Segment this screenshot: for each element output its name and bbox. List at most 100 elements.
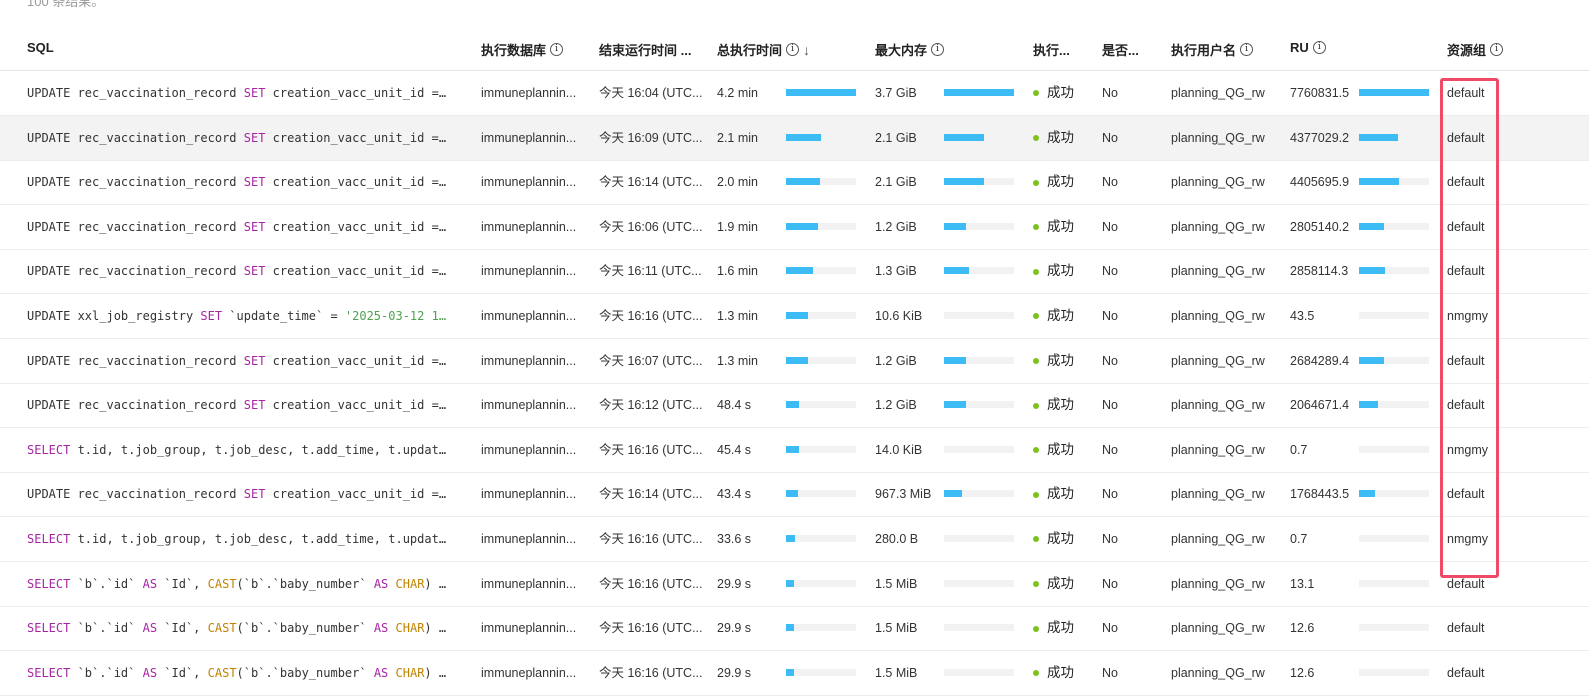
sql-text[interactable]: UPDATE rec_vaccination_record SET creati… <box>27 249 462 293</box>
sql-text[interactable]: UPDATE xxl_job_registry SET `update_time… <box>27 294 462 338</box>
col-max-mem[interactable]: 最大内存 i <box>875 40 945 59</box>
col-resource-group[interactable]: 资源组 i <box>1447 40 1504 59</box>
status: 成功 <box>1033 383 1074 427</box>
table-row[interactable]: SELECT `b`.`id` AS `Id`, CAST(`b`.`baby_… <box>0 562 1589 607</box>
success-dot-icon <box>1033 268 1039 275</box>
status: 成功 <box>1033 160 1074 204</box>
memory-bar <box>944 668 1014 676</box>
sql-text[interactable]: SELECT `b`.`id` AS `Id`, CAST(`b`.`baby_… <box>27 651 462 695</box>
memory-bar <box>944 267 1014 275</box>
result-count: 100 条结果。 <box>27 0 105 9</box>
sql-token: (`b`.`baby_number` <box>236 665 374 680</box>
table-row[interactable]: SELECT t.id, t.job_group, t.job_desc, t.… <box>0 517 1589 562</box>
table-row[interactable]: UPDATE rec_vaccination_record SET creati… <box>0 115 1589 161</box>
total-time: 2.1 min <box>717 130 758 145</box>
info-icon[interactable]: i <box>1490 43 1504 56</box>
table-row[interactable]: UPDATE xxl_job_registry SET `update_time… <box>0 294 1589 339</box>
max-memory: 14.0 KiB <box>875 442 923 457</box>
success-dot-icon <box>1033 358 1039 365</box>
table-row[interactable]: UPDATE rec_vaccination_record SET creati… <box>0 205 1589 250</box>
info-icon[interactable]: i <box>550 43 564 56</box>
col-flag[interactable]: 是否... <box>1102 40 1139 59</box>
table-row[interactable]: UPDATE rec_vaccination_record SET creati… <box>0 383 1589 429</box>
col-sql[interactable]: SQL <box>27 40 54 55</box>
col-status[interactable]: 执行... <box>1033 40 1070 59</box>
database: immuneplannin... <box>481 665 577 680</box>
memory-bar <box>944 133 1014 141</box>
sql-token: SELECT <box>27 621 71 636</box>
time-bar <box>786 535 856 542</box>
status-text: 成功 <box>1047 85 1074 100</box>
col-ru[interactable]: RU i <box>1290 40 1326 55</box>
table-row[interactable]: SELECT `b`.`id` AS `Id`, CAST(`b`.`baby_… <box>0 651 1589 696</box>
sql-token: CAST <box>207 621 237 636</box>
flag: No <box>1102 532 1118 546</box>
ru-bar <box>1359 133 1429 141</box>
status-text: 成功 <box>1047 352 1074 368</box>
sql-text[interactable]: UPDATE rec_vaccination_record SET creati… <box>27 383 462 427</box>
table-row[interactable]: UPDATE rec_vaccination_record SET creati… <box>0 249 1589 295</box>
end-time: 今天 16:16 (UTC... <box>599 665 703 680</box>
flag: No <box>1102 130 1118 145</box>
sql-token: `Id`, <box>157 621 208 636</box>
flag: No <box>1102 309 1118 323</box>
sql-text[interactable]: UPDATE rec_vaccination_record SET creati… <box>27 339 462 383</box>
sql-token: CHAR <box>395 665 425 680</box>
database: immuneplannin... <box>481 175 577 190</box>
user: planning_QG_rw <box>1171 264 1265 279</box>
sql-text[interactable]: SELECT `b`.`id` AS `Id`, CAST(`b`.`baby_… <box>27 606 462 650</box>
sql-token: `update_time` = <box>222 309 345 323</box>
success-dot-icon <box>1033 224 1039 231</box>
flag: No <box>1102 175 1118 190</box>
sql-text[interactable]: UPDATE rec_vaccination_record SET creati… <box>27 472 462 516</box>
col-user[interactable]: 执行用户名 i <box>1171 40 1254 59</box>
col-label: 执行... <box>1033 43 1070 58</box>
table-row[interactable]: SELECT `b`.`id` AS `Id`, CAST(`b`.`baby_… <box>0 606 1589 652</box>
ru: 4405695.9 <box>1290 175 1350 190</box>
success-dot-icon <box>1033 90 1039 97</box>
memory-bar <box>944 535 1014 542</box>
flag: No <box>1102 398 1118 413</box>
col-end-time[interactable]: 结束运行时间 ... <box>599 40 691 59</box>
table-row[interactable]: UPDATE rec_vaccination_record SET creati… <box>0 472 1589 518</box>
time-bar <box>786 133 856 141</box>
table-row[interactable]: UPDATE rec_vaccination_record SET creati… <box>0 339 1589 384</box>
status: 成功 <box>1033 606 1074 650</box>
end-time: 今天 16:16 (UTC... <box>599 309 703 323</box>
user: planning_QG_rw <box>1171 532 1265 546</box>
sql-token: SELECT <box>27 532 71 546</box>
sql-text[interactable]: SELECT `b`.`id` AS `Id`, CAST(`b`.`baby_… <box>27 562 462 606</box>
sql-token: `Id`, <box>157 665 208 680</box>
ru: 13.1 <box>1290 576 1315 591</box>
sql-text[interactable]: UPDATE rec_vaccination_record SET creati… <box>27 160 462 204</box>
max-memory: 10.6 KiB <box>875 309 923 323</box>
ru: 4377029.2 <box>1290 130 1350 145</box>
status-text: 成功 <box>1047 174 1074 190</box>
sql-text[interactable]: SELECT t.id, t.job_group, t.job_desc, t.… <box>27 517 462 561</box>
info-icon[interactable]: i <box>1240 43 1254 56</box>
table-row[interactable]: UPDATE rec_vaccination_record SET creati… <box>0 160 1589 206</box>
status: 成功 <box>1033 116 1074 160</box>
sql-token: SET <box>243 130 266 145</box>
sql-text[interactable]: UPDATE rec_vaccination_record SET creati… <box>27 71 462 115</box>
sql-token: ) … <box>424 621 447 636</box>
sql-text[interactable]: SELECT t.id, t.job_group, t.job_desc, t.… <box>27 428 462 472</box>
flag: No <box>1102 665 1118 680</box>
sql-token: UPDATE rec_vaccination_record <box>27 130 244 145</box>
sql-text[interactable]: UPDATE rec_vaccination_record SET creati… <box>27 205 462 249</box>
info-icon[interactable]: i <box>931 43 945 56</box>
memory-bar <box>944 490 1014 498</box>
user: planning_QG_rw <box>1171 576 1265 591</box>
table-row[interactable]: SELECT t.id, t.job_group, t.job_desc, t.… <box>0 428 1589 473</box>
sql-token: AS <box>142 665 158 680</box>
info-icon[interactable]: i <box>786 43 800 56</box>
info-icon[interactable]: i <box>1312 41 1326 54</box>
col-db[interactable]: 执行数据库 i <box>481 40 564 59</box>
sql-token: SET <box>243 353 266 368</box>
sort-desc-icon[interactable]: ↓ <box>803 42 810 58</box>
table-row[interactable]: UPDATE rec_vaccination_record SET creati… <box>0 71 1589 116</box>
col-label: SQL <box>27 40 54 55</box>
sql-text[interactable]: UPDATE rec_vaccination_record SET creati… <box>27 116 462 160</box>
col-total-time[interactable]: 总执行时间 i ↓ <box>717 40 810 59</box>
